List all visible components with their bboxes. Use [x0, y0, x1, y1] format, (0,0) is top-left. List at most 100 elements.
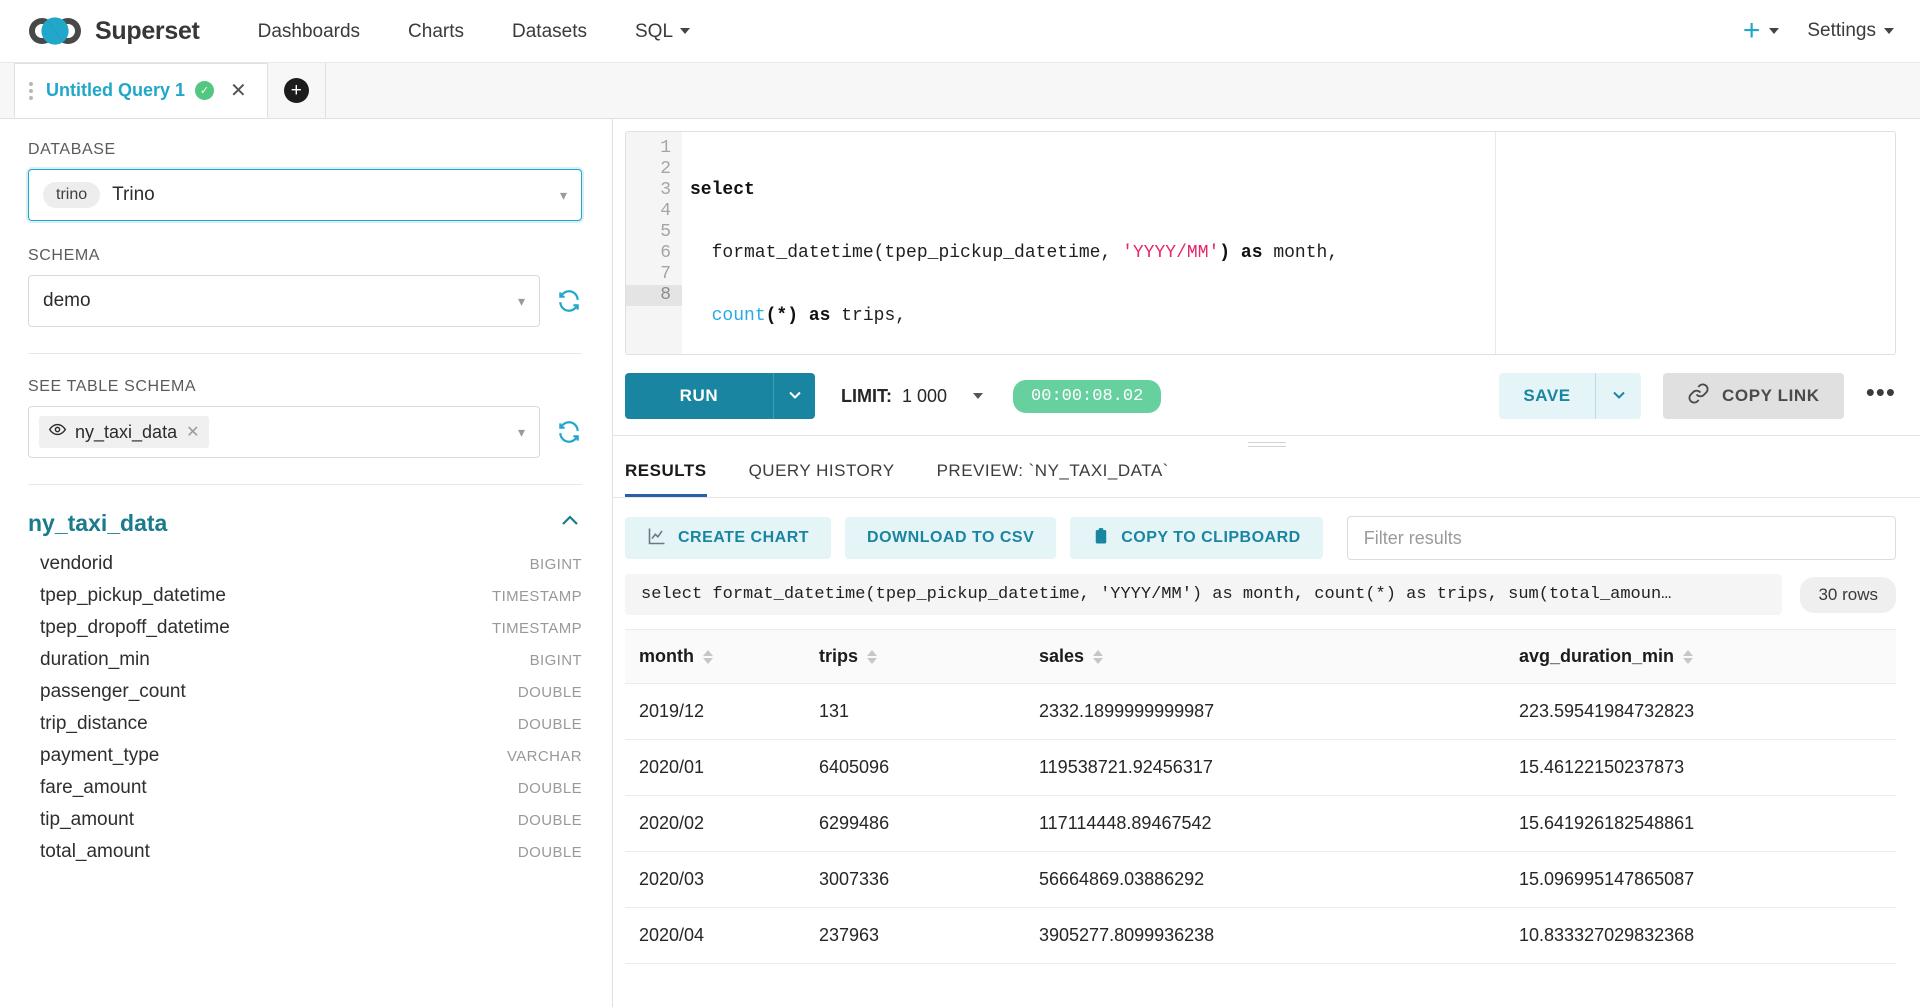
table-schema-title: ny_taxi_data — [28, 510, 167, 537]
column-header-avg-duration-min[interactable]: avg_duration_min — [1505, 630, 1896, 684]
save-options-button[interactable] — [1595, 373, 1641, 419]
table-column-row[interactable]: total_amount DOUBLE — [28, 836, 582, 868]
table-row[interactable]: 2020/03 3007336 56664869.03886292 15.096… — [625, 852, 1896, 908]
schema-select-value: demo — [43, 290, 91, 312]
table-column-row[interactable]: payment_type VARCHAR — [28, 740, 582, 772]
refresh-icon[interactable] — [556, 419, 582, 445]
add-query-tab-button[interactable]: + — [268, 63, 326, 118]
table-row[interactable]: 2020/01 6405096 119538721.92456317 15.46… — [625, 740, 1896, 796]
tab-query-history[interactable]: QUERY HISTORY — [749, 453, 895, 497]
main-pane: 1 2 3 4 5 6 7 8 select format_datetime(t… — [613, 119, 1920, 1007]
row-count-badge: 30 rows — [1800, 577, 1896, 613]
chevron-down-icon — [1884, 28, 1894, 34]
cell-trips: 3007336 — [805, 852, 1025, 908]
sql-code-content[interactable]: select format_datetime(tpep_pickup_datet… — [682, 132, 1895, 354]
nav-links: Dashboards Charts Datasets SQL — [234, 0, 714, 63]
nav-link-dashboards[interactable]: Dashboards — [234, 0, 384, 63]
column-header-sales[interactable]: sales — [1025, 630, 1505, 684]
run-query-button[interactable]: RUN — [625, 373, 773, 419]
save-query-button[interactable]: SAVE — [1499, 373, 1595, 419]
editor-line-numbers: 1 2 3 4 5 6 7 8 — [626, 132, 682, 354]
table-row[interactable]: 2020/02 6299486 117114448.89467542 15.64… — [625, 796, 1896, 852]
table-column-row[interactable]: passenger_count DOUBLE — [28, 676, 582, 708]
close-icon[interactable]: ✕ — [186, 422, 199, 442]
schema-select[interactable]: demo ▾ — [28, 275, 540, 327]
cell-month: 2020/04 — [625, 908, 805, 964]
nav-link-charts[interactable]: Charts — [384, 0, 488, 63]
download-csv-button[interactable]: DOWNLOAD TO CSV — [845, 517, 1056, 559]
workspace: DATABASE trino Trino ▾ SCHEMA demo ▾ SEE… — [0, 119, 1920, 1007]
table-column-row[interactable]: duration_min BIGINT — [28, 644, 582, 676]
table-column-row[interactable]: trip_distance DOUBLE — [28, 708, 582, 740]
column-type: BIGINT — [530, 652, 582, 669]
brand-logo-link[interactable]: Superset — [26, 14, 200, 48]
schema-label: SCHEMA — [28, 247, 582, 265]
column-name: duration_min — [40, 649, 150, 671]
cell-avg-duration-min: 223.59541984732823 — [1505, 684, 1896, 740]
sidebar-divider-2 — [28, 484, 582, 485]
database-select[interactable]: trino Trino ▾ — [28, 169, 582, 221]
table-row[interactable]: 2020/04 237963 3905277.8099936238 10.833… — [625, 908, 1896, 964]
table-column-row[interactable]: tip_amount DOUBLE — [28, 804, 582, 836]
table-row: ny_taxi_data ✕ ▾ — [28, 406, 582, 458]
column-name: passenger_count — [40, 681, 186, 703]
table-column-row[interactable]: vendorid BIGINT — [28, 548, 582, 580]
chevron-up-icon[interactable] — [558, 509, 582, 538]
nav-link-charts-label: Charts — [408, 0, 464, 63]
run-options-button[interactable] — [773, 373, 815, 419]
cell-avg-duration-min: 10.833327029832368 — [1505, 908, 1896, 964]
settings-menu[interactable]: Settings — [1807, 20, 1894, 42]
column-type: BIGINT — [530, 556, 582, 573]
brand-name: Superset — [95, 17, 200, 46]
ellipsis-icon[interactable]: ••• — [1866, 379, 1896, 413]
query-tab-untitled-query-1[interactable]: Untitled Query 1 ✓ ✕ — [14, 63, 268, 118]
executed-query-text[interactable]: select format_datetime(tpep_pickup_datet… — [625, 574, 1782, 615]
copy-clipboard-button[interactable]: COPY TO CLIPBOARD — [1070, 517, 1322, 559]
sort-icon[interactable] — [1093, 650, 1103, 664]
column-header-month[interactable]: month — [625, 630, 805, 684]
copy-link-button[interactable]: COPY LINK — [1663, 373, 1844, 419]
column-header-trips[interactable]: trips — [805, 630, 1025, 684]
query-preview-bar: select format_datetime(tpep_pickup_datet… — [613, 560, 1920, 615]
refresh-icon[interactable] — [556, 288, 582, 314]
column-type: VARCHAR — [507, 748, 582, 765]
sort-icon[interactable] — [867, 650, 877, 664]
nav-link-datasets[interactable]: Datasets — [488, 0, 611, 63]
chevron-down-icon — [680, 28, 690, 34]
selected-table-pill[interactable]: ny_taxi_data ✕ — [39, 416, 209, 448]
line-number: 5 — [626, 222, 682, 243]
column-name: tpep_dropoff_datetime — [40, 617, 230, 639]
close-icon[interactable]: ✕ — [230, 81, 247, 101]
tab-preview-table[interactable]: PREVIEW: `NY_TAXI_DATA` — [937, 453, 1169, 497]
nav-link-sql[interactable]: SQL — [611, 0, 714, 63]
create-chart-button[interactable]: CREATE CHART — [625, 517, 831, 559]
eye-icon — [49, 421, 66, 443]
cell-trips: 6405096 — [805, 740, 1025, 796]
plus-icon: + — [1743, 16, 1761, 46]
sort-icon[interactable] — [703, 650, 713, 664]
sidebar-resize-handle[interactable] — [607, 119, 612, 1007]
new-item-button[interactable]: + — [1743, 16, 1780, 46]
table-schema-header[interactable]: ny_taxi_data — [28, 509, 582, 538]
table-column-row[interactable]: fare_amount DOUBLE — [28, 772, 582, 804]
table-column-row[interactable]: tpep_pickup_datetime TIMESTAMP — [28, 580, 582, 612]
table-row[interactable]: 2019/12 131 2332.1899999999987 223.59541… — [625, 684, 1896, 740]
column-header-label: avg_duration_min — [1519, 646, 1674, 667]
sort-icon[interactable] — [1683, 650, 1693, 664]
filter-results-input[interactable] — [1347, 516, 1896, 560]
line-number-active: 8 — [626, 285, 682, 306]
pane-resize-handle[interactable] — [613, 435, 1920, 453]
cell-trips: 237963 — [805, 908, 1025, 964]
table-column-row[interactable]: tpep_dropoff_datetime TIMESTAMP — [28, 612, 582, 644]
cell-month: 2020/02 — [625, 796, 805, 852]
tab-results[interactable]: RESULTS — [625, 453, 707, 497]
sql-editor[interactable]: 1 2 3 4 5 6 7 8 select format_datetime(t… — [625, 131, 1896, 355]
database-engine-badge: trino — [43, 182, 100, 208]
cell-month: 2020/03 — [625, 852, 805, 908]
table-select[interactable]: ny_taxi_data ✕ ▾ — [28, 406, 540, 458]
limit-dropdown[interactable]: LIMIT: 1 000 — [841, 386, 983, 407]
check-circle-icon: ✓ — [195, 81, 214, 100]
nav-link-dashboards-label: Dashboards — [258, 0, 360, 63]
drag-handle-icon[interactable] — [29, 82, 36, 100]
cell-month: 2020/01 — [625, 740, 805, 796]
